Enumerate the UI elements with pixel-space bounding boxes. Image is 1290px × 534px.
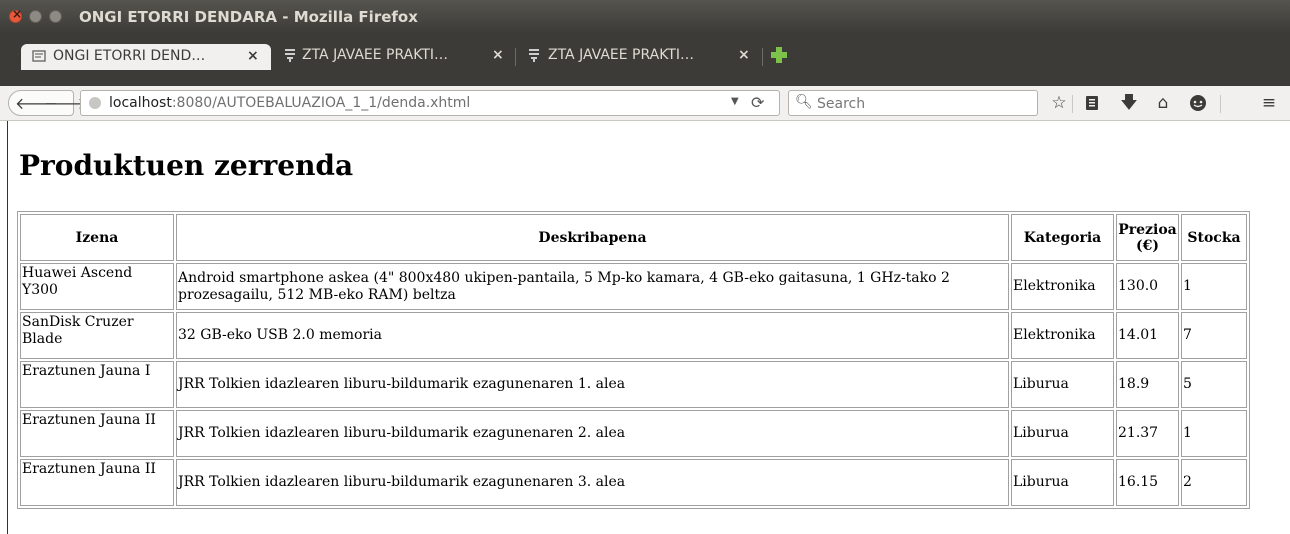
tab-close-icon[interactable]: × <box>492 47 504 63</box>
products-table: Izena Deskribapena Kategoria Prezioa (€)… <box>17 211 1250 509</box>
cell-stocka: 1 <box>1181 410 1247 457</box>
tab-label: ZTA JAVAEE PRAKTI… <box>302 47 449 63</box>
hello-chat-icon[interactable] <box>1186 91 1210 115</box>
cell-kategoria: Liburua <box>1011 361 1114 408</box>
page-heading: Produktuen zerrenda <box>19 149 354 182</box>
window-maximize-button[interactable] <box>49 10 62 23</box>
bookmark-star-icon[interactable]: ☆ <box>1047 91 1071 115</box>
tab-zta-javaee-1[interactable]: ZTA JAVAEE PRAKTI… × <box>278 43 508 69</box>
column-header-deskribapena: Deskribapena <box>176 214 1009 261</box>
column-header-prezioa: Prezioa (€) <box>1116 214 1179 261</box>
cell-stocka: 5 <box>1181 361 1247 408</box>
cell-prezioa: 21.37 <box>1116 410 1179 457</box>
cell-prezioa: 14.01 <box>1116 312 1179 359</box>
window-titlebar: ONGI ETORRI DENDARA - Mozilla Firefox <box>0 0 1290 33</box>
home-icon[interactable]: ⌂ <box>1151 91 1175 115</box>
table-header-row: Izena Deskribapena Kategoria Prezioa (€)… <box>20 214 1247 261</box>
url-bar[interactable]: localhost:8080/AUTOEBALUAZIOA_1_1/denda.… <box>80 90 780 116</box>
page-favicon-icon <box>32 50 46 62</box>
search-icon: 🔍︎ <box>795 94 813 110</box>
toolbar-separator <box>1072 95 1073 113</box>
table-row: Eraztunen Jauna II JRR Tolkien idazleare… <box>20 459 1247 506</box>
tab-strip: ONGI ETORRI DEND… × ZTA JAVAEE PRAKTI… ×… <box>0 33 1290 88</box>
reading-list-icon[interactable] <box>1080 91 1104 115</box>
tab-ongi-etorri[interactable]: ONGI ETORRI DEND… × <box>21 44 271 70</box>
url-text[interactable]: localhost:8080/AUTOEBALUAZIOA_1_1/denda.… <box>109 95 470 111</box>
toolbar-separator <box>1220 95 1221 113</box>
search-input[interactable] <box>815 94 1029 114</box>
table-row: SanDisk Cruzer Blade 32 GB-eko USB 2.0 m… <box>20 312 1247 359</box>
tab-favicon-icon <box>285 49 295 62</box>
tab-separator <box>515 48 516 66</box>
cell-deskribapena: JRR Tolkien idazlearen liburu-bildumarik… <box>176 410 1009 457</box>
tab-label: ONGI ETORRI DEND… <box>53 48 206 64</box>
cell-izena: SanDisk Cruzer Blade <box>20 312 174 359</box>
tab-favicon-icon <box>529 49 539 62</box>
cell-deskribapena: JRR Tolkien idazlearen liburu-bildumarik… <box>176 361 1009 408</box>
window-close-button[interactable] <box>9 7 22 23</box>
navigation-toolbar: 🡐 🡒 localhost:8080/AUTOEBALUAZIOA_1_1/de… <box>0 86 1290 121</box>
cell-deskribapena: Android smartphone askea (4" 800x480 uki… <box>176 263 1009 310</box>
site-identity-globe-icon[interactable] <box>89 97 101 109</box>
download-icon[interactable]: 🡇 <box>1117 91 1141 115</box>
cell-stocka: 2 <box>1181 459 1247 506</box>
cell-stocka: 7 <box>1181 312 1247 359</box>
cell-izena: Eraztunen Jauna II <box>20 410 174 457</box>
cell-deskribapena: JRR Tolkien idazlearen liburu-bildumarik… <box>176 459 1009 506</box>
url-dropdown-icon[interactable]: ▼ <box>731 96 739 107</box>
cell-izena: Eraztunen Jauna II <box>20 459 174 506</box>
cell-stocka: 1 <box>1181 263 1247 310</box>
back-forward-group: 🡐 🡒 <box>8 90 87 116</box>
table-row: Eraztunen Jauna I JRR Tolkien idazlearen… <box>20 361 1247 408</box>
cell-izena: Eraztunen Jauna I <box>20 361 174 408</box>
cell-kategoria: Elektronika <box>1011 312 1114 359</box>
cell-prezioa: 16.15 <box>1116 459 1179 506</box>
menu-icon[interactable]: ≡ <box>1257 91 1281 115</box>
cell-prezioa: 18.9 <box>1116 361 1179 408</box>
tab-zta-javaee-2[interactable]: ZTA JAVAEE PRAKTI… × <box>522 43 758 69</box>
page-content: Produktuen zerrenda Izena Deskribapena K… <box>0 121 1290 534</box>
cell-kategoria: Liburua <box>1011 410 1114 457</box>
table-row: Huawei Ascend Y300 Android smartphone as… <box>20 263 1247 310</box>
tab-separator <box>762 48 763 66</box>
content-left-border <box>7 121 8 534</box>
tab-close-icon[interactable]: × <box>738 47 750 63</box>
cell-kategoria: Elektronika <box>1011 263 1114 310</box>
cell-prezioa: 130.0 <box>1116 263 1179 310</box>
window-minimize-button[interactable] <box>29 10 42 23</box>
url-host: localhost <box>109 95 172 111</box>
reload-icon[interactable]: ⟳ <box>751 93 764 112</box>
table-row: Eraztunen Jauna II JRR Tolkien idazleare… <box>20 410 1247 457</box>
window-title: ONGI ETORRI DENDARA - Mozilla Firefox <box>79 8 418 26</box>
url-path: :8080/AUTOEBALUAZIOA_1_1/denda.xhtml <box>171 95 471 111</box>
cell-deskribapena: 32 GB-eko USB 2.0 memoria <box>176 312 1009 359</box>
column-header-stocka: Stocka <box>1181 214 1247 261</box>
cell-kategoria: Liburua <box>1011 459 1114 506</box>
column-header-izena: Izena <box>20 214 174 261</box>
column-header-kategoria: Kategoria <box>1011 214 1114 261</box>
search-bar[interactable]: 🔍︎ <box>788 90 1038 116</box>
tab-close-icon[interactable]: × <box>247 48 259 64</box>
new-tab-plus-icon[interactable] <box>770 46 788 64</box>
cell-izena: Huawei Ascend Y300 <box>20 263 174 310</box>
tab-label: ZTA JAVAEE PRAKTI… <box>548 47 695 63</box>
